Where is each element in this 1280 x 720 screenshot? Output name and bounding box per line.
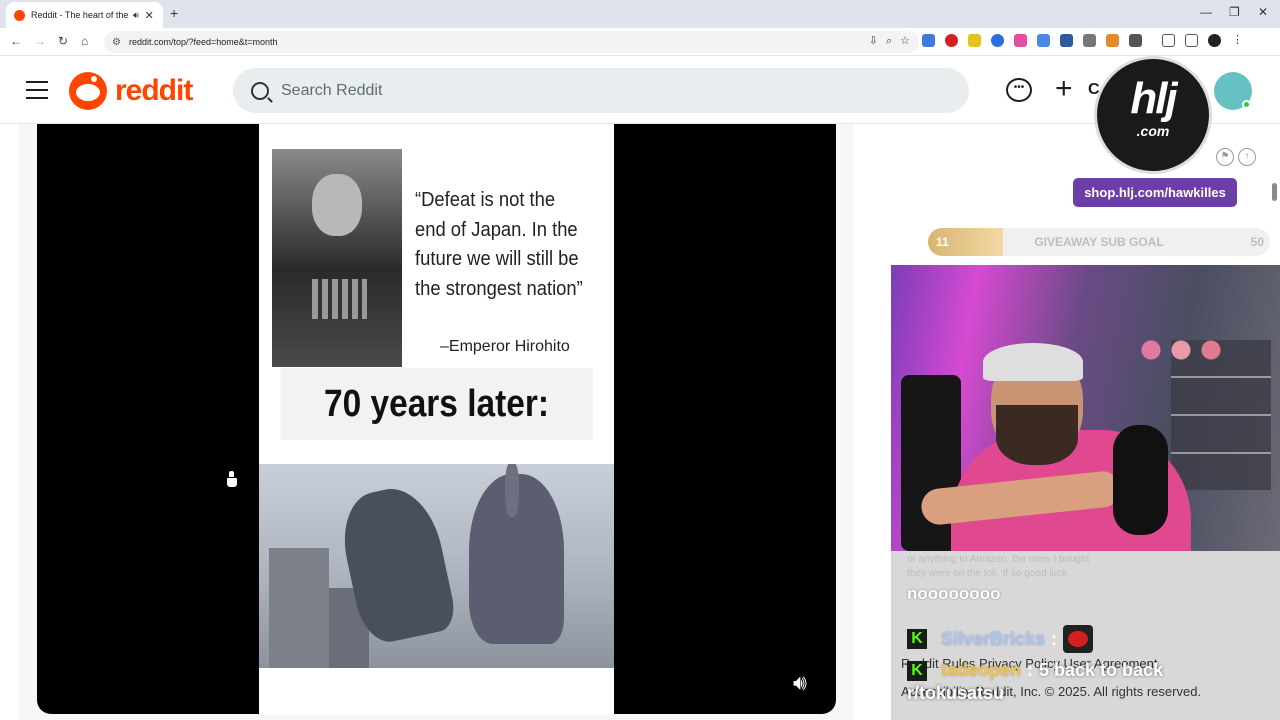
- chat-username: SilverBricks: [941, 628, 1046, 649]
- search-placeholder: Search Reddit: [281, 81, 383, 99]
- chat-separator: :: [1051, 628, 1058, 649]
- extension-icon[interactable]: [1037, 34, 1050, 47]
- restore-icon[interactable]: ❐: [1229, 5, 1240, 19]
- portrait-face: [312, 174, 362, 236]
- hlj-logo: hlj .com: [1094, 56, 1212, 174]
- extension-icon[interactable]: [945, 34, 958, 47]
- minimize-icon[interactable]: —: [1200, 5, 1212, 19]
- back-icon[interactable]: ←: [10, 34, 22, 48]
- kick-badge-icon: K: [907, 629, 927, 649]
- chat-faded-line: or anything to Amazon. the ones I bought: [907, 554, 1090, 565]
- browser-tab-strip: Reddit - The heart of the in 🔊︎ ✕ + — ❐ …: [0, 0, 1280, 28]
- extension-icon[interactable]: [968, 34, 981, 47]
- search-bar[interactable]: Search Reddit: [233, 68, 969, 113]
- sub-goal-current: 11: [936, 235, 949, 249]
- extension-icon[interactable]: [991, 34, 1004, 47]
- meme-quote: “Defeat is not the end of Japan. In the …: [415, 189, 583, 300]
- kick-badge-icon: K: [907, 660, 927, 681]
- microphone: [1113, 425, 1168, 535]
- rocket-icon[interactable]: ⚑: [1216, 148, 1234, 166]
- close-window-icon[interactable]: ✕: [1258, 5, 1268, 19]
- hand-cursor-icon: [226, 470, 238, 488]
- chat-row: K tadeopen : 5 back to back: [907, 660, 1163, 681]
- menu-icon[interactable]: ⋮: [1231, 34, 1244, 47]
- chat-row: K SilverBricks :: [907, 625, 1094, 653]
- reddit-logo[interactable]: reddit: [69, 72, 193, 110]
- chat-faded-line: they were on the tok. If so good luck: [907, 568, 1068, 579]
- online-status-icon: [1242, 100, 1251, 109]
- streamer-beard: [996, 405, 1078, 465]
- sub-goal-target: 50: [1250, 235, 1264, 249]
- extension-icon[interactable]: [922, 34, 935, 47]
- new-tab-button[interactable]: +: [170, 5, 178, 21]
- home-icon[interactable]: ⌂: [81, 34, 88, 48]
- split-view-icon[interactable]: [1162, 34, 1175, 47]
- address-bar[interactable]: ⚙︎ reddit.com/top/?feed=home&t=month: [104, 31, 919, 53]
- extension-icon[interactable]: [1060, 34, 1073, 47]
- streamer-webcam: [891, 265, 1280, 551]
- hlj-logo-domain: .com: [1136, 123, 1170, 139]
- scroll-to-top-icon[interactable]: ↑: [1238, 148, 1256, 166]
- address-bar-actions[interactable]: ⇩⌕☆: [869, 34, 918, 48]
- meme-image: “Defeat is not the end of Japan. In the …: [259, 124, 614, 714]
- chat-faded-message: or anything to Amazon. the ones I bought…: [907, 553, 1089, 581]
- chat-message: noooooooo: [907, 584, 1001, 603]
- extension-icon[interactable]: [1106, 34, 1119, 47]
- site-info-icon[interactable]: ⚙︎: [112, 37, 121, 48]
- audio-playing-icon[interactable]: 🔊︎: [133, 10, 139, 21]
- search-icon: [251, 81, 269, 100]
- browser-toolbar: ← → ↻ ⌂ ⚙︎ reddit.com/top/?feed=home&t=m…: [0, 28, 1280, 56]
- scrollbar-thumb[interactable]: [1272, 183, 1277, 201]
- tab-title: Reddit - The heart of the in: [31, 10, 129, 20]
- building: [269, 548, 329, 668]
- stream-chat-overlay: or anything to Amazon. the ones I bought…: [891, 551, 1280, 720]
- heart-decor: [1141, 335, 1251, 365]
- chat-text: 5 back to back: [1039, 660, 1164, 680]
- extension-icon[interactable]: [1083, 34, 1096, 47]
- streamer-cap: [983, 343, 1083, 381]
- forward-icon[interactable]: →: [34, 34, 46, 48]
- post-video-player[interactable]: “Defeat is not the end of Japan. In the …: [37, 124, 836, 714]
- reading-list-icon[interactable]: [1185, 34, 1198, 47]
- extensions-puzzle-icon[interactable]: [1129, 34, 1142, 47]
- reddit-header: reddit Search Reddit ••• + C: [0, 57, 1280, 124]
- chat-icon[interactable]: •••: [1006, 78, 1032, 102]
- sub-goal-label: GIVEAWAY SUB GOAL: [1034, 235, 1164, 249]
- kaiju-scene: [259, 464, 614, 668]
- volume-icon[interactable]: 🔊︎: [793, 670, 807, 696]
- reddit-favicon-icon: [14, 9, 25, 21]
- sub-goal-bar: GIVEAWAY SUB GOAL 11 50: [928, 228, 1270, 256]
- extensions-row: ⋮: [922, 34, 1244, 47]
- emperor-portrait: [272, 149, 402, 367]
- meme-caption: 70 years later:: [280, 368, 593, 440]
- create-post-icon[interactable]: +: [1055, 72, 1073, 106]
- meme-attribution: –Emperor Hirohito: [440, 338, 570, 355]
- chat-separator: :: [1027, 660, 1034, 680]
- chat-subreddit-text: r/tokusatsu: [907, 683, 1005, 703]
- url-text: reddit.com/top/?feed=home&t=month: [128, 37, 278, 47]
- chat-username: tadeopen: [941, 660, 1022, 680]
- hlj-logo-text: hlj: [1130, 74, 1177, 123]
- portrait-medals: [312, 279, 367, 319]
- browser-tab[interactable]: Reddit - The heart of the in 🔊︎ ✕: [6, 2, 163, 28]
- reload-icon[interactable]: ↻: [58, 34, 68, 48]
- extension-icon[interactable]: [1014, 34, 1027, 47]
- kaiju-horn: [505, 464, 519, 517]
- shop-link-banner: shop.hlj.com/hawkilles: [1073, 178, 1237, 207]
- profile-icon[interactable]: [1208, 34, 1221, 47]
- chat-emote-icon: [1063, 625, 1094, 653]
- close-tab-icon[interactable]: ✕: [145, 9, 154, 22]
- snoo-icon: [69, 72, 107, 110]
- logo-text: reddit: [115, 74, 193, 107]
- user-avatar[interactable]: [1214, 72, 1252, 110]
- hamburger-menu-icon[interactable]: [26, 81, 48, 105]
